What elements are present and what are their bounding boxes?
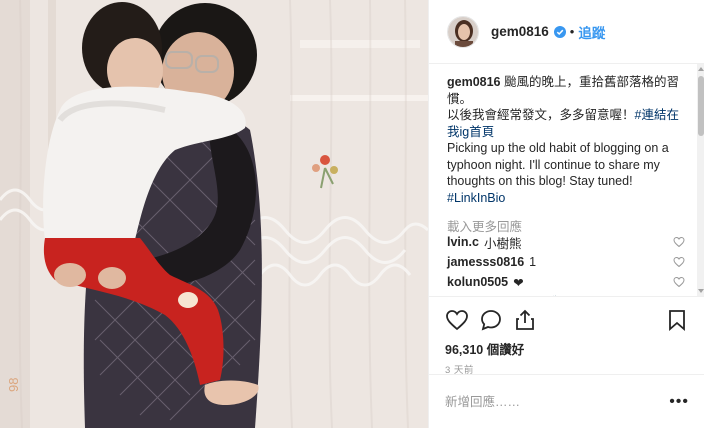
share-upload-icon[interactable] xyxy=(513,308,537,332)
avatar-image xyxy=(448,16,478,47)
comment-text: 小樹熊 xyxy=(483,236,522,251)
bookmark-icon[interactable] xyxy=(665,308,689,332)
comment-username[interactable]: jamesss0816 xyxy=(447,255,524,269)
post-username[interactable]: gem0816 xyxy=(491,24,549,39)
scroll-down-arrow-icon[interactable] xyxy=(698,289,704,293)
likes-count[interactable]: 96,310 個讚好 xyxy=(445,339,689,358)
more-options-icon[interactable]: ••• xyxy=(669,393,689,409)
avatar[interactable] xyxy=(447,15,479,48)
add-comment-input[interactable] xyxy=(445,394,670,409)
comment-row: lvin.c 小樹熊 xyxy=(447,232,685,252)
caption-english: Picking up the old habit of blogging on … xyxy=(447,141,669,188)
comment-row: kolun0505 ❤ xyxy=(447,272,685,292)
post-caption: gem0816 颱風的晚上，重拾舊部落格的習慣。 以後我會經常發文，多多留意喔！… xyxy=(447,74,685,206)
comment-username[interactable]: lvin.c xyxy=(447,235,479,249)
comment-like-heart-icon[interactable] xyxy=(673,236,685,248)
comment-text: ❤ xyxy=(513,275,524,290)
separator-dot: • xyxy=(569,24,575,39)
photo-illustration: 98 xyxy=(0,0,428,428)
comment-like-heart-icon[interactable] xyxy=(673,256,685,268)
comment-text: 1 xyxy=(529,255,537,269)
post-header: gem0816 • 追蹤 xyxy=(429,0,704,64)
comments-scrollbar[interactable] xyxy=(697,64,704,296)
post-side-panel: gem0816 • 追蹤 gem0816 颱風的晚上，重拾舊部落格的習慣。 以後… xyxy=(428,0,704,428)
comment-like-heart-icon[interactable] xyxy=(673,276,685,288)
post-actions: 96,310 個讚好 3 天前 xyxy=(429,296,704,376)
action-icons xyxy=(445,305,689,335)
post-photo[interactable]: 98 xyxy=(0,0,428,428)
caption-line2: 以後我會經常發文，多多留意喔！ xyxy=(447,108,635,122)
caption-username[interactable]: gem0816 xyxy=(447,75,501,89)
caption-hashtag-linkinbio[interactable]: #LinkInBio xyxy=(447,191,505,205)
follow-button[interactable]: 追蹤 xyxy=(578,22,605,42)
scrollbar-thumb[interactable] xyxy=(698,76,704,136)
comments-list[interactable]: gem0816 颱風的晚上，重拾舊部落格的習慣。 以後我會經常發文，多多留意喔！… xyxy=(429,64,697,296)
speech-bubble-icon[interactable] xyxy=(479,308,503,332)
heart-outline-icon[interactable] xyxy=(445,308,469,332)
add-comment-bar: ••• xyxy=(429,374,704,428)
scroll-up-arrow-icon[interactable] xyxy=(698,67,704,71)
verified-badge-icon xyxy=(553,25,566,38)
load-more-comments[interactable]: 載入更多回應 xyxy=(447,216,685,234)
comment-username[interactable]: kolun0505 xyxy=(447,275,508,289)
svg-text:98: 98 xyxy=(6,378,21,392)
comment-row: jamesss0816 1 xyxy=(447,252,685,272)
